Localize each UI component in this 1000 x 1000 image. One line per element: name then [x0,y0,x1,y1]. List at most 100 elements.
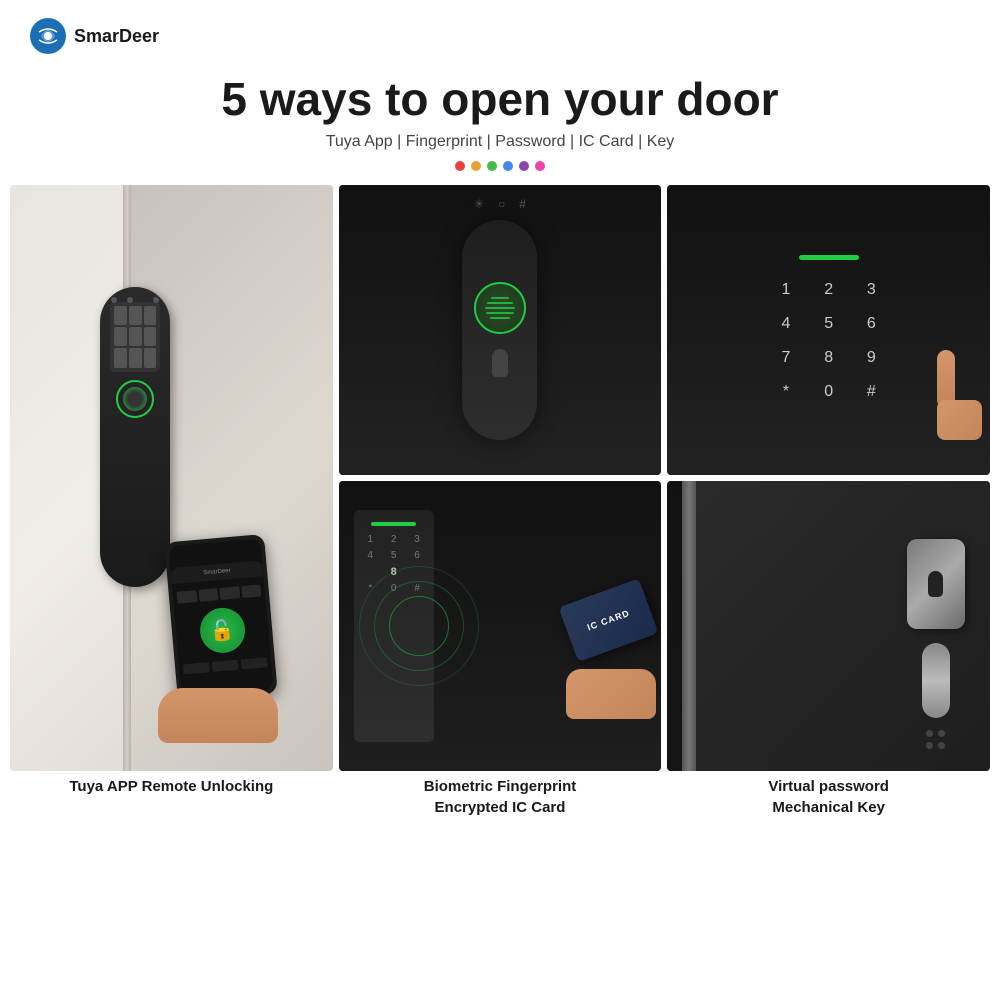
pbg3 [241,657,268,669]
header: SmarDeer [0,0,1000,64]
key-cylinder-body [907,539,965,629]
image-password: 1 2 3 4 5 6 7 8 9 * 0 # [667,185,990,475]
caption-fp-label: Biometric Fingerprint [339,777,662,797]
fp-ridges [485,297,515,319]
vd2 [938,730,945,737]
key-8: 8 [811,345,846,371]
phone-screen: SmarDeer 🔓 [169,538,274,697]
caption-ic-label: Encrypted IC Card [339,798,662,818]
phone-icon-3 [220,586,240,600]
dot-b [127,297,133,303]
key-bg [667,481,990,771]
phone: SmarDeer 🔓 [165,534,279,702]
lock-keypad [110,302,160,372]
kd4 [114,327,127,346]
hand-holding-card [566,669,656,719]
fp-ridge-1 [491,297,509,299]
logo-area: SmarDeer [30,18,159,54]
kd7 [114,348,127,367]
caption-fp: Biometric Fingerprint [339,777,662,797]
fp-ridge-5 [490,317,510,319]
vent-dots [926,730,945,749]
caption-ic-cell: Encrypted IC Card [339,798,662,818]
ic-bg: 1 2 3 4 5 6 8 * 0 # [339,481,662,771]
dot-a [111,297,117,303]
key-7: 7 [769,345,804,371]
phone-app-label: SmarDeer [203,568,231,576]
dot-4 [503,161,513,171]
fp-ridge-3 [485,307,515,309]
kd9 [144,348,157,367]
ickey-6: 6 [408,550,426,561]
lock-fingerprint-ring [116,380,154,418]
phone-unlock-button[interactable]: 🔓 [198,606,247,655]
vd4 [938,742,945,749]
mechanical-key-image [667,481,990,771]
kd5 [129,327,142,346]
caption-mech-label: Mechanical Key [667,798,990,818]
pbg1 [183,662,210,674]
hand-palm [937,400,982,440]
tuya-image: SmarDeer 🔓 [10,185,333,771]
captions-row: Tuya APP Remote Unlocking Biometric Fing… [0,771,1000,797]
ickey-blank1 [361,566,379,578]
dot-6 [535,161,545,171]
fp-ridge-4 [486,312,514,314]
ic-card-prop: IC CARD [559,578,659,662]
phone-header: SmarDeer [171,560,264,584]
phone-menu-icons [173,582,266,606]
logo-icon [30,18,66,54]
image-mechanical-key [667,481,990,771]
caption-pw-label: Virtual password [667,777,990,797]
vd3 [926,742,933,749]
phone-icon-4 [241,584,261,598]
kd6 [144,327,157,346]
kd2 [129,306,142,325]
caption-mech-cell: Mechanical Key [667,798,990,818]
ic-card-label: IC CARD [586,607,631,632]
vd1 [926,730,933,737]
unlock-icon: 🔓 [209,617,236,644]
fp-circle-icon: ○ [498,197,505,211]
kd1 [114,306,127,325]
bottom-cap-empty [10,798,333,818]
numpad-grid: 1 2 3 4 5 6 7 8 9 * 0 # [769,277,889,405]
subtitle: Tuya App | Fingerprint | Password | IC C… [20,133,980,151]
caption-pw: Virtual password [667,777,990,797]
ic-green-bar [371,522,416,526]
key-1: 1 [769,277,804,303]
lock-device [100,287,170,587]
key-handle-bar [922,643,950,718]
password-image: 1 2 3 4 5 6 7 8 9 * 0 # [667,185,990,475]
fp-bg: ✳ ○ # [339,185,662,475]
key-door-frame [682,481,696,771]
ic-card-image: 1 2 3 4 5 6 8 * 0 # [339,481,662,771]
lock-fp-inner [123,387,147,411]
color-dots [20,161,980,171]
title-section: 5 ways to open your door Tuya App | Fing… [0,64,1000,185]
fp-scanner-ring [474,282,526,334]
ickey-3: 3 [408,534,426,545]
pw-bg: 1 2 3 4 5 6 7 8 9 * 0 # [667,185,990,475]
ickey-2: 2 [384,534,402,545]
caption-tuya-label: Tuya APP Remote Unlocking [10,777,333,797]
page-wrapper: SmarDeer 5 ways to open your door Tuya A… [0,0,1000,1000]
fp-status-row: ✳ ○ # [474,197,526,211]
ickey-1: 1 [361,534,379,545]
fingerprint-image: ✳ ○ # [339,185,662,475]
dot-5 [519,161,529,171]
image-ic-card: 1 2 3 4 5 6 8 * 0 # [339,481,662,771]
key-0: 0 [811,379,846,405]
dot-3 [487,161,497,171]
ickey-4: 4 [361,550,379,561]
fp-ridge-2 [487,302,513,304]
dot-1 [455,161,465,171]
key-3: 3 [854,277,889,303]
image-fingerprint: ✳ ○ # [339,185,662,475]
key-6: 6 [854,311,889,337]
image-tuya-app: SmarDeer 🔓 [10,185,333,771]
key-cylinder-hole [928,571,943,597]
hand-holding-phone [158,688,278,743]
fp-keyhole [492,349,508,377]
pbg2 [212,659,239,671]
